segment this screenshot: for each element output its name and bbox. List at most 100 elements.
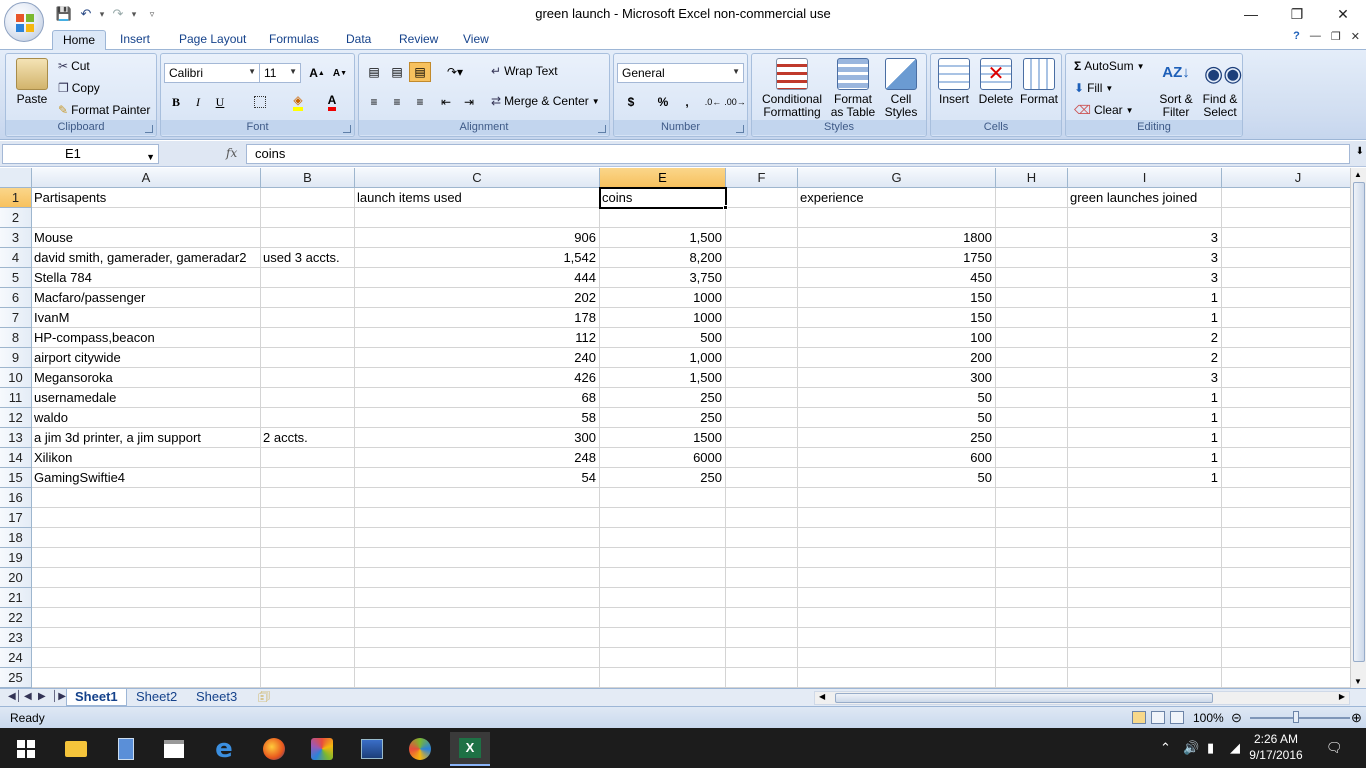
cell-i23[interactable] bbox=[1068, 628, 1222, 648]
tab-data[interactable]: Data bbox=[336, 30, 381, 50]
cell-a22[interactable] bbox=[32, 608, 261, 628]
increase-decimal-icon[interactable]: .0← bbox=[702, 92, 724, 112]
windows-start-icon[interactable] bbox=[6, 732, 46, 766]
cell-e24[interactable] bbox=[600, 648, 726, 668]
grow-font-icon[interactable]: A ▲ bbox=[306, 63, 328, 83]
cell-j15[interactable] bbox=[1222, 468, 1350, 488]
cell-b23[interactable] bbox=[261, 628, 355, 648]
cut-button[interactable]: ✂ Cut bbox=[58, 59, 90, 73]
cell-e9[interactable]: 1,000 bbox=[600, 348, 726, 368]
cell-i3[interactable]: 3 bbox=[1068, 228, 1222, 248]
cell-b10[interactable] bbox=[261, 368, 355, 388]
cell-f25[interactable] bbox=[726, 668, 798, 688]
cell-i24[interactable] bbox=[1068, 648, 1222, 668]
undo-dropdown-icon[interactable]: ▾ bbox=[98, 9, 106, 20]
row-header[interactable]: 7 bbox=[0, 308, 32, 328]
cell-c24[interactable] bbox=[355, 648, 600, 668]
cell-b14[interactable] bbox=[261, 448, 355, 468]
cell-h25[interactable] bbox=[996, 668, 1068, 688]
minimize-icon[interactable]: — bbox=[1228, 0, 1274, 28]
cell-f8[interactable] bbox=[726, 328, 798, 348]
taskbar-clock[interactable]: 2:26 AM 9/17/2016 bbox=[1246, 731, 1306, 763]
cell-h13[interactable] bbox=[996, 428, 1068, 448]
cell-a6[interactable]: Macfaro/passenger bbox=[32, 288, 261, 308]
spreadsheet-grid[interactable]: A B C E F G H I J 1 Partisapents launch items used c… bbox=[0, 168, 1350, 688]
cell-b13[interactable]: 2 accts. bbox=[261, 428, 355, 448]
cell-i20[interactable] bbox=[1068, 568, 1222, 588]
cell-g7[interactable]: 150 bbox=[798, 308, 996, 328]
cell-g2[interactable] bbox=[798, 208, 996, 228]
sort-filter-button[interactable]: AZ↓ Sort & Filter bbox=[1154, 58, 1198, 119]
cell-i18[interactable] bbox=[1068, 528, 1222, 548]
cell-f11[interactable] bbox=[726, 388, 798, 408]
cell-f2[interactable] bbox=[726, 208, 798, 228]
borders-icon[interactable] bbox=[249, 92, 271, 112]
cell-f12[interactable] bbox=[726, 408, 798, 428]
cell-c3[interactable]: 906 bbox=[355, 228, 600, 248]
format-as-table-button[interactable]: Format as Table bbox=[828, 58, 878, 119]
row-header[interactable]: 18 bbox=[0, 528, 32, 548]
cell-f6[interactable] bbox=[726, 288, 798, 308]
prev-sheet-icon[interactable]: ◀ bbox=[24, 691, 32, 702]
cell-a8[interactable]: HP-compass,beacon bbox=[32, 328, 261, 348]
select-all-corner[interactable] bbox=[0, 168, 32, 188]
cell-i10[interactable]: 3 bbox=[1068, 368, 1222, 388]
cell-c8[interactable]: 112 bbox=[355, 328, 600, 348]
insert-cells-button[interactable]: Insert bbox=[933, 58, 975, 106]
cell-i25[interactable] bbox=[1068, 668, 1222, 688]
tab-formulas[interactable]: Formulas bbox=[259, 30, 329, 50]
ribbon-close-icon[interactable]: ✕ bbox=[1351, 30, 1360, 43]
cell-i8[interactable]: 2 bbox=[1068, 328, 1222, 348]
cell-e15[interactable]: 250 bbox=[600, 468, 726, 488]
cell-c22[interactable] bbox=[355, 608, 600, 628]
column-header-b[interactable]: B bbox=[261, 168, 355, 188]
row-header[interactable]: 12 bbox=[0, 408, 32, 428]
cell-a14[interactable]: Xilikon bbox=[32, 448, 261, 468]
cell-e14[interactable]: 6000 bbox=[600, 448, 726, 468]
row-header[interactable]: 10 bbox=[0, 368, 32, 388]
cell-h1[interactable] bbox=[996, 188, 1068, 208]
cell-h17[interactable] bbox=[996, 508, 1068, 528]
undo-icon[interactable]: ↶ bbox=[76, 5, 96, 23]
cell-b21[interactable] bbox=[261, 588, 355, 608]
cell-c1[interactable]: launch items used bbox=[355, 188, 600, 208]
row-header[interactable]: 19 bbox=[0, 548, 32, 568]
cell-h3[interactable] bbox=[996, 228, 1068, 248]
row-header[interactable]: 14 bbox=[0, 448, 32, 468]
volume-icon[interactable]: 🔊 bbox=[1183, 740, 1199, 756]
cell-c25[interactable] bbox=[355, 668, 600, 688]
cell-g5[interactable]: 450 bbox=[798, 268, 996, 288]
cell-b17[interactable] bbox=[261, 508, 355, 528]
cell-j13[interactable] bbox=[1222, 428, 1350, 448]
cell-b8[interactable] bbox=[261, 328, 355, 348]
cell-c4[interactable]: 1,542 bbox=[355, 248, 600, 268]
cell-j2[interactable] bbox=[1222, 208, 1350, 228]
cell-g19[interactable] bbox=[798, 548, 996, 568]
cell-i1[interactable]: green launches joined bbox=[1068, 188, 1222, 208]
cell-e11[interactable]: 250 bbox=[600, 388, 726, 408]
clipboard-launcher-icon[interactable] bbox=[145, 125, 153, 133]
decrease-decimal-icon[interactable]: .00→ bbox=[724, 92, 746, 112]
cell-c11[interactable]: 68 bbox=[355, 388, 600, 408]
format-painter-button[interactable]: ✎ Format Painter bbox=[58, 103, 150, 117]
conditional-formatting-button[interactable]: Conditional Formatting bbox=[756, 58, 828, 119]
cell-g4[interactable]: 1750 bbox=[798, 248, 996, 268]
cell-i22[interactable] bbox=[1068, 608, 1222, 628]
cell-e17[interactable] bbox=[600, 508, 726, 528]
cell-f21[interactable] bbox=[726, 588, 798, 608]
align-right-icon[interactable]: ≡ bbox=[409, 92, 431, 112]
cell-c2[interactable] bbox=[355, 208, 600, 228]
cell-f20[interactable] bbox=[726, 568, 798, 588]
increase-indent-icon[interactable]: ⇥ bbox=[458, 92, 480, 112]
cell-j19[interactable] bbox=[1222, 548, 1350, 568]
cell-a13[interactable]: a jim 3d printer, a jim support bbox=[32, 428, 261, 448]
bold-button[interactable]: B bbox=[165, 92, 187, 112]
align-center-icon[interactable]: ≡ bbox=[386, 92, 408, 112]
tab-home[interactable]: Home bbox=[52, 30, 107, 50]
cell-h21[interactable] bbox=[996, 588, 1068, 608]
cell-f15[interactable] bbox=[726, 468, 798, 488]
cell-i6[interactable]: 1 bbox=[1068, 288, 1222, 308]
cell-h7[interactable] bbox=[996, 308, 1068, 328]
cell-h4[interactable] bbox=[996, 248, 1068, 268]
cell-b9[interactable] bbox=[261, 348, 355, 368]
